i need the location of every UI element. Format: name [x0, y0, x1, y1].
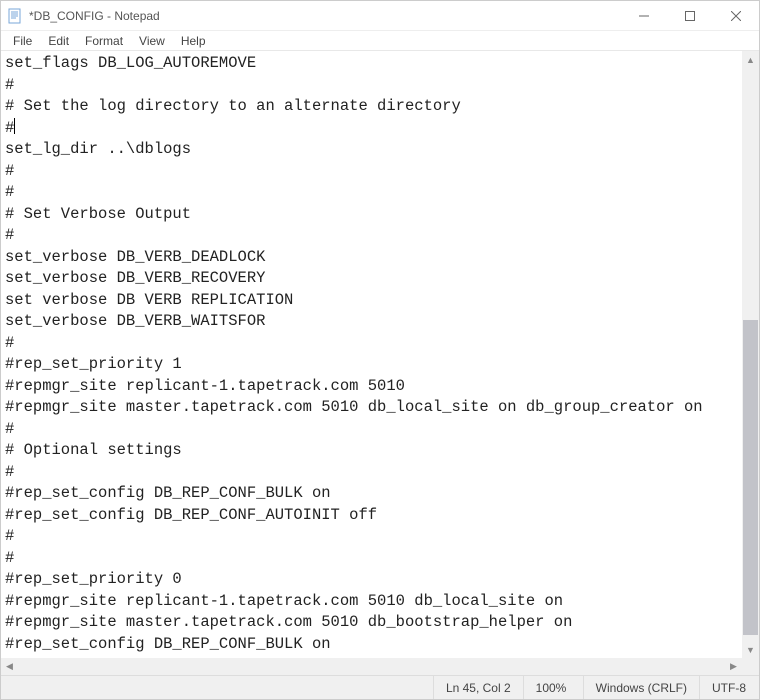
window-buttons: [621, 1, 759, 30]
scrollbar-corner: [742, 658, 759, 675]
editor-area: set_flags DB_LOG_AUTOREMOVE # # Set the …: [1, 51, 759, 675]
status-encoding: UTF-8: [699, 676, 759, 699]
scroll-down-icon[interactable]: ▼: [742, 641, 759, 658]
status-position: Ln 45, Col 2: [433, 676, 523, 699]
vscroll-track[interactable]: [742, 68, 759, 641]
vscroll-thumb[interactable]: [743, 320, 758, 635]
text-editor[interactable]: set_flags DB_LOG_AUTOREMOVE # # Set the …: [1, 51, 742, 658]
notepad-icon: [7, 8, 23, 24]
menu-format[interactable]: Format: [77, 32, 131, 50]
scroll-up-icon[interactable]: ▲: [742, 51, 759, 68]
horizontal-scrollbar[interactable]: ◀ ▶: [1, 658, 742, 675]
scroll-right-icon[interactable]: ▶: [725, 658, 742, 675]
vertical-scrollbar[interactable]: ▲ ▼: [742, 51, 759, 658]
menu-file[interactable]: File: [5, 32, 40, 50]
menu-help[interactable]: Help: [173, 32, 214, 50]
maximize-button[interactable]: [667, 1, 713, 30]
status-line-ending: Windows (CRLF): [583, 676, 699, 699]
status-zoom: 100%: [523, 676, 583, 699]
minimize-button[interactable]: [621, 1, 667, 30]
hscroll-track[interactable]: [18, 658, 725, 675]
window-title: *DB_CONFIG - Notepad: [29, 9, 621, 23]
menu-edit[interactable]: Edit: [40, 32, 77, 50]
menu-view[interactable]: View: [131, 32, 173, 50]
close-button[interactable]: [713, 1, 759, 30]
scroll-left-icon[interactable]: ◀: [1, 658, 18, 675]
menubar: File Edit Format View Help: [1, 31, 759, 51]
statusbar: Ln 45, Col 2 100% Windows (CRLF) UTF-8: [1, 675, 759, 699]
titlebar[interactable]: *DB_CONFIG - Notepad: [1, 1, 759, 31]
